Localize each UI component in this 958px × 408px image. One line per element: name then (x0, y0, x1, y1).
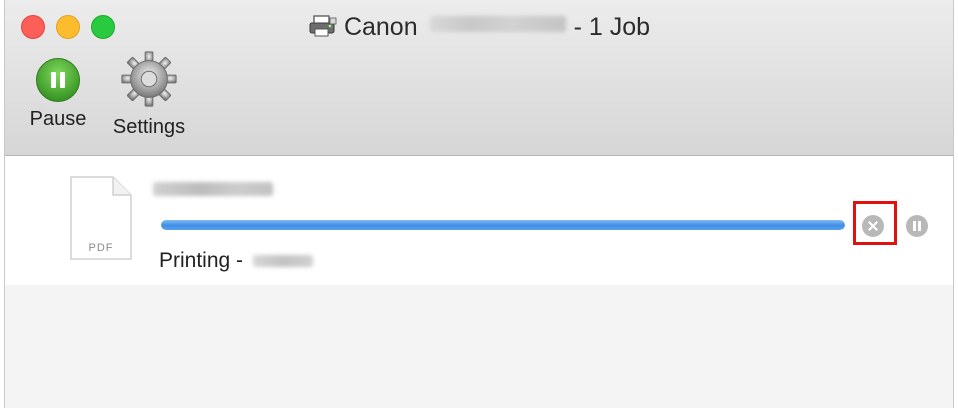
document-icon: PDF (70, 176, 132, 260)
title-model-redacted (429, 16, 566, 32)
empty-queue-area (5, 285, 953, 408)
settings-button[interactable]: Settings (101, 51, 197, 139)
job-name-redacted (153, 182, 273, 196)
job-progress-fill (161, 220, 845, 230)
printer-icon (309, 15, 337, 37)
pause-label: Pause (29, 108, 87, 130)
pause-icon (36, 58, 80, 102)
title-printer-brand: Canon (343, 13, 418, 41)
cancel-job-button[interactable] (862, 215, 884, 237)
print-queue-window: Canon - 1 Job Pause Settings PDF Printin… (4, 0, 954, 408)
job-row[interactable]: PDF Printing - (5, 157, 953, 285)
job-status-detail-redacted (253, 255, 314, 267)
title-job-count: - 1 Job (573, 13, 651, 41)
window-title: Canon - 1 Job (5, 13, 953, 42)
document-type-label: PDF (89, 242, 114, 254)
window-toolbar: Canon - 1 Job Pause Settings (5, 0, 953, 156)
job-status: Printing - (159, 249, 314, 273)
job-status-label: Printing - (159, 249, 244, 272)
pause-printer-button[interactable]: Pause (23, 58, 93, 131)
settings-label: Settings (112, 116, 186, 138)
job-progress-bar (161, 220, 845, 230)
gear-icon (121, 51, 177, 107)
pause-job-button[interactable] (906, 215, 928, 237)
